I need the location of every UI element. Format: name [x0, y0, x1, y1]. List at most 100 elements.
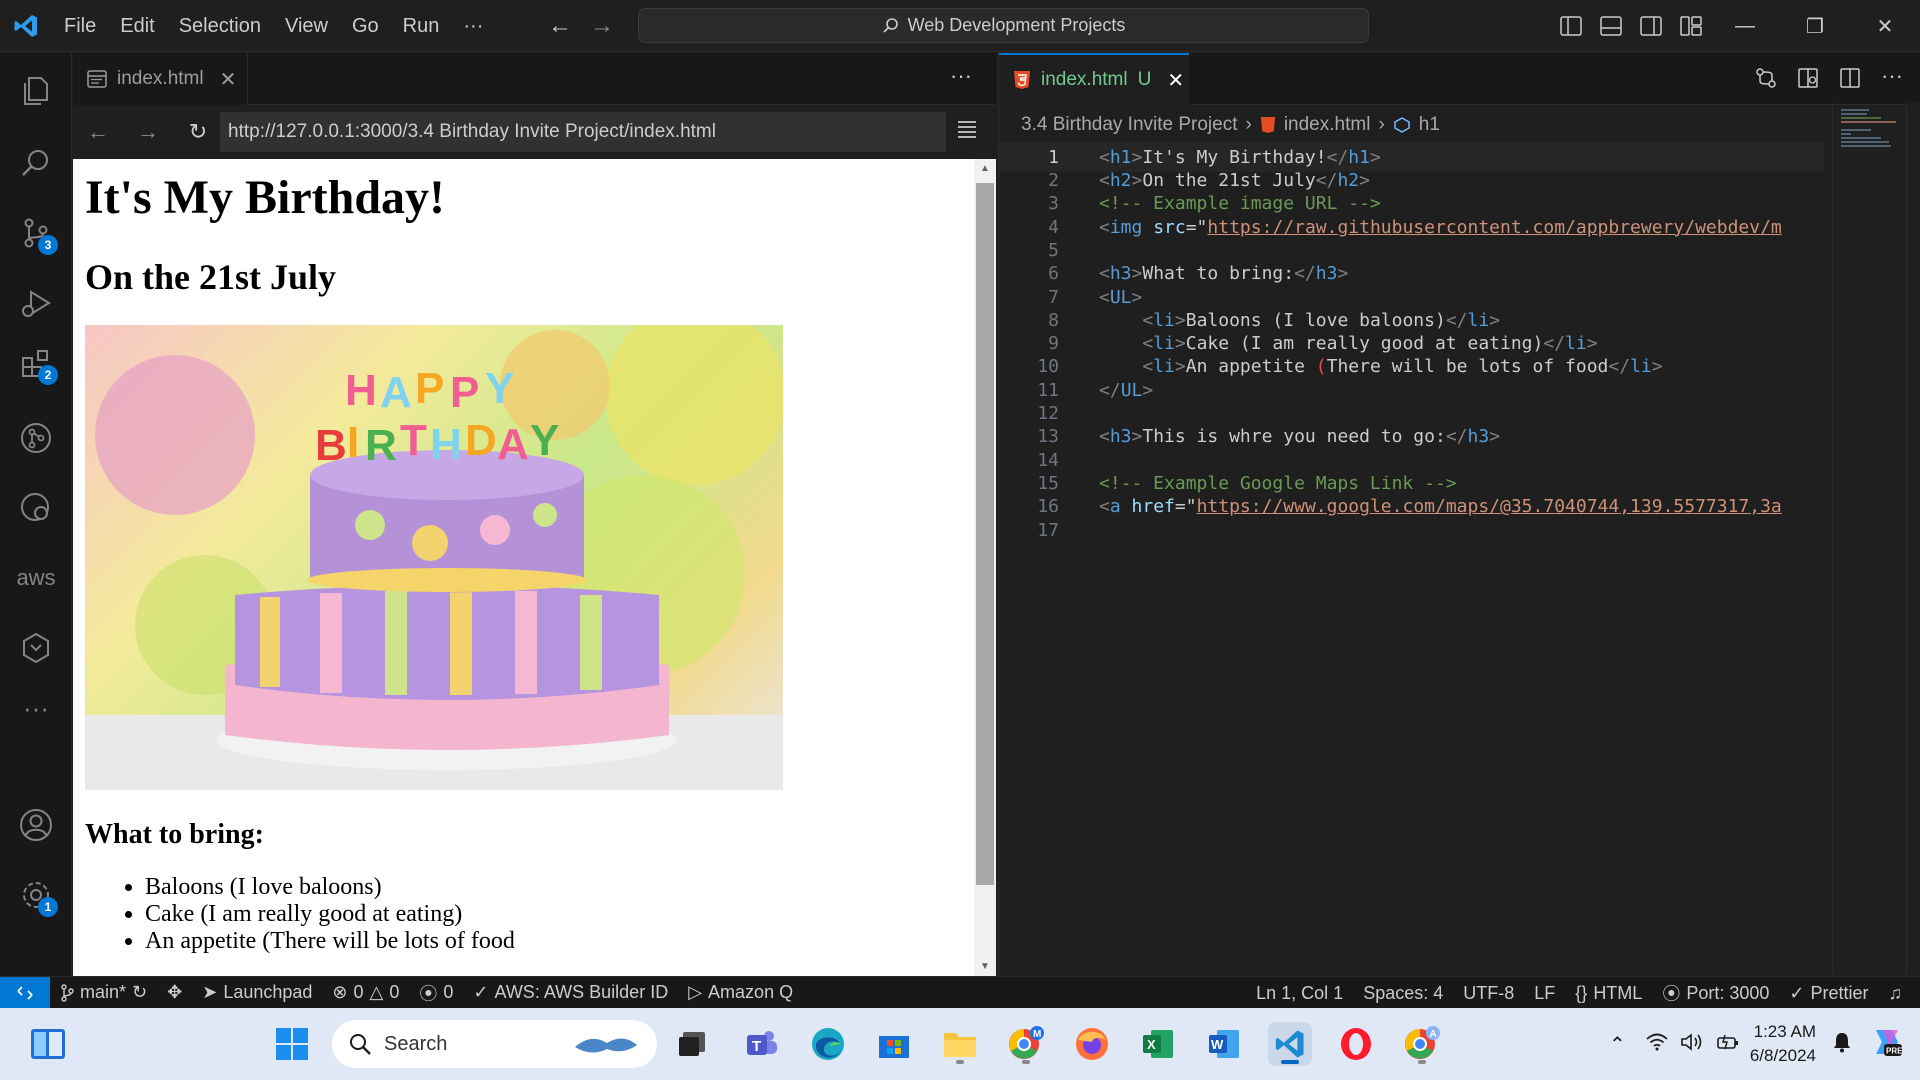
chrome-profile-a-icon[interactable]: A [1400, 1022, 1444, 1066]
code-token: https://www.google.com/maps/@35.7040744,… [1196, 496, 1782, 518]
aws-connection-status[interactable]: ✓ AWS: AWS Builder ID [463, 982, 678, 1003]
breadcrumb-folder[interactable]: 3.4 Birthday Invite Project [1021, 114, 1238, 136]
firefox-icon[interactable] [1070, 1022, 1114, 1066]
ports-status[interactable]: ⦿ 0 [409, 980, 463, 1006]
chrome-profile-m-icon[interactable]: M [1004, 1022, 1048, 1066]
settings-badge: 1 [38, 897, 58, 917]
browser-menu-icon[interactable] [956, 117, 978, 139]
wifi-icon[interactable] [1640, 1033, 1674, 1056]
browser-reload-icon[interactable]: ↻ [173, 119, 223, 145]
code-editor[interactable]: 1 <h1>It's My Birthday!</h1> 2 <h2>On the 2… [999, 139, 1899, 976]
more-views-icon[interactable]: ··· [0, 678, 72, 738]
gitlens-status[interactable]: ✥ [157, 982, 192, 1003]
close-window-icon[interactable]: ✕ [1850, 14, 1920, 39]
editor-tab-index-html[interactable]: index.html U ✕ [999, 53, 1189, 105]
menu-run[interactable]: Run [391, 0, 452, 52]
notifications-bell-icon[interactable]: ♫ [1879, 983, 1913, 1004]
chevron-up-icon[interactable]: ⌃ [1595, 1032, 1640, 1057]
run-debug-icon[interactable] [0, 273, 72, 333]
breadcrumb-file[interactable]: index.html [1284, 114, 1371, 136]
excel-icon[interactable]: X [1136, 1022, 1180, 1066]
search-view-icon[interactable] [0, 133, 72, 193]
forward-arrow-icon[interactable]: → [590, 12, 614, 40]
task-view-icon[interactable] [670, 1022, 714, 1066]
menu-go[interactable]: Go [340, 0, 391, 52]
word-icon[interactable]: W [1202, 1022, 1246, 1066]
widgets-icon[interactable] [26, 1022, 70, 1066]
indentation-status[interactable]: Spaces: 4 [1353, 983, 1453, 1004]
accounts-icon[interactable] [0, 795, 72, 855]
toggle-primary-sidebar-icon[interactable] [1560, 16, 1582, 36]
menu-selection[interactable]: Selection [167, 0, 273, 52]
open-preview-icon[interactable] [1797, 67, 1819, 89]
line-number: 2 [1048, 170, 1059, 192]
minimize-icon[interactable]: — [1710, 15, 1780, 38]
restore-icon[interactable]: ❐ [1780, 14, 1850, 39]
microsoft-store-icon[interactable] [872, 1022, 916, 1066]
open-changes-icon[interactable] [1755, 67, 1777, 89]
browser-scrollbar[interactable]: ▲ ▼ [974, 159, 996, 976]
close-tab-icon[interactable]: ✕ [1167, 68, 1184, 93]
launchpad-status[interactable]: ➤ Launchpad [192, 982, 322, 1003]
scroll-up-icon[interactable]: ▲ [980, 163, 990, 174]
scroll-thumb[interactable] [976, 183, 994, 885]
explorer-icon[interactable] [0, 61, 72, 121]
menu-edit[interactable]: Edit [108, 0, 166, 52]
clock[interactable]: 1:23 AM 6/8/2024 [1750, 1020, 1828, 1068]
scroll-down-icon[interactable]: ▼ [980, 961, 990, 972]
vscode-taskbar-icon[interactable] [1268, 1022, 1312, 1066]
code-token: h2 [1337, 170, 1360, 192]
prettier-status[interactable]: ✓ Prettier [1779, 983, 1878, 1004]
page-subheading: On the 21st July [85, 257, 337, 297]
minimap[interactable] [1832, 103, 1902, 973]
amazon-q-icon[interactable] [0, 618, 72, 678]
editor-more-actions-icon[interactable]: ··· [950, 63, 972, 89]
battery-icon[interactable] [1710, 1032, 1750, 1057]
notification-bell-icon[interactable] [1828, 1031, 1866, 1058]
extensions-icon[interactable]: 2 [0, 333, 72, 393]
language-mode[interactable]: {} HTML [1565, 983, 1652, 1004]
cursor-position[interactable]: Ln 1, Col 1 [1246, 983, 1353, 1004]
branch-status[interactable]: main* ↻ [50, 982, 157, 1003]
code-line[interactable]: 17 [999, 516, 1824, 545]
breadcrumb-symbol[interactable]: h1 [1419, 114, 1440, 136]
code-token: < [1099, 170, 1110, 192]
eol-status[interactable]: LF [1524, 983, 1565, 1004]
taskbar-search[interactable]: Search [332, 1020, 657, 1068]
toggle-panel-icon[interactable] [1600, 16, 1622, 36]
copilot-icon[interactable]: PRE [1866, 1026, 1920, 1063]
close-tab-icon[interactable]: ✕ [220, 67, 237, 92]
teams-icon[interactable]: T [740, 1022, 784, 1066]
file-explorer-icon[interactable] [938, 1022, 982, 1066]
volume-icon[interactable] [1674, 1032, 1710, 1057]
command-center-search[interactable]: Web Development Projects [638, 8, 1369, 43]
vscode-logo-icon[interactable] [0, 0, 52, 52]
manage-gear-icon[interactable]: 1 [0, 865, 72, 925]
remote-indicator-icon[interactable] [0, 976, 50, 1009]
browser-tab[interactable]: index.html ✕ [73, 53, 248, 105]
menu-more[interactable]: ··· [451, 0, 495, 52]
opera-icon[interactable] [1334, 1022, 1378, 1066]
menu-view[interactable]: View [273, 0, 340, 52]
browser-back-icon[interactable]: ← [73, 119, 123, 145]
customize-layout-icon[interactable] [1680, 16, 1702, 36]
gitlens-icon[interactable] [0, 408, 72, 468]
url-input[interactable]: http://127.0.0.1:3000/3.4 Birthday Invit… [220, 112, 946, 152]
sync-icon[interactable]: ↻ [132, 982, 147, 1003]
editor-more-actions-icon[interactable]: ··· [1881, 65, 1903, 89]
source-control-icon[interactable]: 3 [0, 203, 72, 263]
toggle-secondary-sidebar-icon[interactable] [1640, 16, 1662, 36]
remote-explorer-icon[interactable] [0, 478, 72, 538]
split-editor-icon[interactable] [1839, 67, 1861, 89]
problems-status[interactable]: ⊗ 0 △ 0 [322, 982, 409, 1003]
amazon-q-status[interactable]: ▷ Amazon Q [678, 982, 803, 1003]
encoding-status[interactable]: UTF-8 [1453, 983, 1524, 1004]
back-arrow-icon[interactable]: ← [548, 12, 572, 40]
menu-file[interactable]: File [52, 0, 108, 52]
live-server-port[interactable]: ⦿ Port: 3000 [1652, 980, 1779, 1006]
aws-toolkit-icon[interactable]: aws [0, 548, 72, 608]
browser-forward-icon[interactable]: → [123, 119, 173, 145]
edge-browser-icon[interactable] [806, 1022, 850, 1066]
start-windows-icon[interactable] [270, 1022, 314, 1066]
editor-scrollbar[interactable] [1906, 103, 1920, 973]
